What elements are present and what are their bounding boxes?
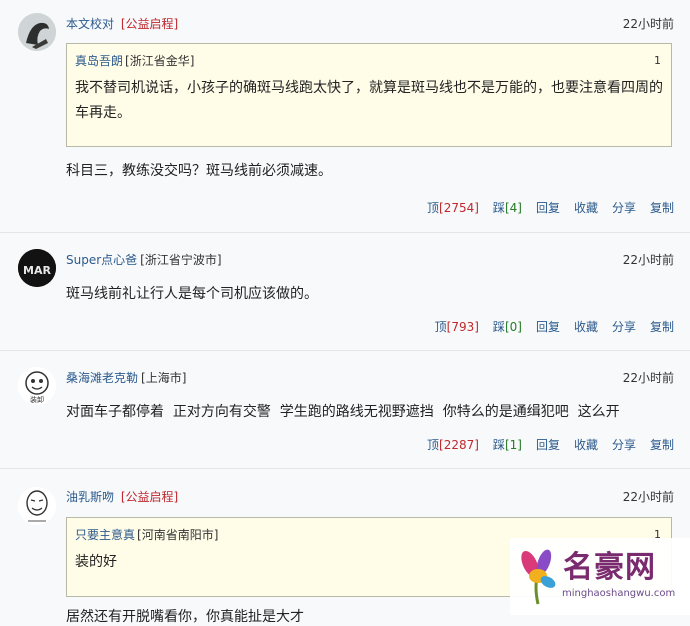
downvote-button[interactable]: 踩[1] — [493, 436, 522, 453]
username[interactable]: 本文校对 — [66, 17, 114, 31]
username[interactable]: 油乳斯吻 — [66, 490, 114, 504]
avatar-text: MAR — [23, 264, 51, 277]
quote-location: [河南省南阳市] — [137, 528, 219, 542]
quote-location: [浙江省金华] — [125, 54, 195, 68]
timestamp: 22小时前 — [622, 371, 674, 385]
quoted-comment: 真岛吾朗 [浙江省金华] 1 我不替司机说话，小孩子的确斑马线跑太快了，就算是斑马… — [66, 43, 672, 147]
comment-author: Super点心爸 [浙江省宁波市] — [66, 251, 222, 268]
downvote-button[interactable]: 踩[0] — [493, 318, 522, 335]
comment-item: 本文校对 [公益启程] 22小时前 真岛吾朗 [浙江省金华] 1 我不替司机说话，… — [0, 0, 690, 233]
quote-username[interactable]: 真岛吾朗 — [75, 54, 123, 68]
favorite-button[interactable]: 收藏 — [574, 199, 598, 216]
downvote-count: [4] — [504, 201, 522, 215]
username[interactable]: 桑海滩老克勒 — [66, 371, 138, 385]
copy-button[interactable]: 复制 — [650, 199, 674, 216]
comment-actions: 顶[793] 踩[0] 回复 收藏 分享 复制 — [435, 318, 674, 335]
quote-text: 我不替司机说话，小孩子的确斑马线跑太快了，就算是斑马线也不是万能的，也要注意看四… — [75, 80, 663, 121]
avatar[interactable]: MAR — [18, 249, 56, 287]
timestamp: 22小时前 — [622, 17, 674, 31]
user-location: [浙江省宁波市] — [140, 253, 222, 267]
watermark-title: 名豪网 — [563, 550, 656, 585]
comment-item: 装卸 桑海滩老克勒 [上海市] 22小时前 对面车子都停着 正对方向有交警 学生跑… — [0, 351, 690, 469]
avatar[interactable] — [18, 487, 56, 525]
upvote-count: [2754] — [439, 201, 479, 215]
timestamp: 22小时前 — [622, 253, 674, 267]
copy-button[interactable]: 复制 — [650, 318, 674, 335]
floor-number: 1 — [654, 54, 661, 67]
comment-actions: 顶[2287] 踩[1] 回复 收藏 分享 复制 — [427, 436, 674, 453]
user-location: [上海市] — [141, 371, 187, 385]
favorite-button[interactable]: 收藏 — [574, 318, 598, 335]
share-button[interactable]: 分享 — [612, 318, 636, 335]
upvote-count: [793] — [446, 320, 479, 334]
comment-author: 桑海滩老克勒 [上海市] — [66, 369, 186, 386]
reply-button[interactable]: 回复 — [536, 436, 560, 453]
quote-username[interactable]: 只要主意真 — [75, 528, 135, 542]
share-button[interactable]: 分享 — [612, 436, 636, 453]
comment-author: 本文校对 [公益启程] — [66, 15, 178, 32]
upvote-button[interactable]: 顶[2754] — [427, 199, 479, 216]
avatar[interactable]: 装卸 — [18, 367, 56, 405]
logo-flower-icon — [521, 549, 556, 605]
upvote-count: [2287] — [439, 438, 479, 452]
upvote-button[interactable]: 顶[2287] — [427, 436, 479, 453]
comment-text: 科目三，教练没交吗？斑马线前必须减速。 — [66, 163, 332, 179]
downvote-button[interactable]: 踩[4] — [493, 199, 522, 216]
site-watermark: 名豪网 minghaoshangwu.com — [510, 538, 690, 615]
user-tag[interactable]: [公益启程] — [121, 490, 178, 504]
quote-author: 只要主意真 [河南省南阳市] — [75, 526, 218, 543]
upvote-button[interactable]: 顶[793] — [435, 318, 479, 335]
comment-text: 居然还有开脱嘴看你，你真能扯是大才 — [66, 609, 304, 625]
quote-author: 真岛吾朗 [浙江省金华] — [75, 52, 194, 69]
share-button[interactable]: 分享 — [612, 199, 636, 216]
downvote-count: [0] — [504, 320, 522, 334]
user-tag[interactable]: [公益启程] — [121, 17, 178, 31]
reply-button[interactable]: 回复 — [536, 318, 560, 335]
comment-text: 斑马线前礼让行人是每个司机应该做的。 — [66, 286, 318, 302]
favorite-button[interactable]: 收藏 — [574, 436, 598, 453]
username[interactable]: Super点心爸 — [66, 253, 137, 267]
comment-actions: 顶[2754] 踩[4] 回复 收藏 分享 复制 — [427, 199, 674, 216]
avatar[interactable] — [18, 13, 56, 51]
comment-item: MAR Super点心爸 [浙江省宁波市] 22小时前 斑马线前礼让行人是每个司机… — [0, 233, 690, 351]
comment-author: 油乳斯吻 [公益启程] — [66, 488, 178, 505]
watermark-url: minghaoshangwu.com — [562, 588, 676, 599]
reply-button[interactable]: 回复 — [536, 199, 560, 216]
timestamp: 22小时前 — [622, 490, 674, 504]
comment-text: 对面车子都停着 正对方向有交警 学生跑的路线无视野遮挡 你特么的是通缉犯吧 这么… — [66, 404, 620, 420]
downvote-count: [1] — [504, 438, 522, 452]
avatar-text: 装卸 — [30, 395, 44, 404]
copy-button[interactable]: 复制 — [650, 436, 674, 453]
